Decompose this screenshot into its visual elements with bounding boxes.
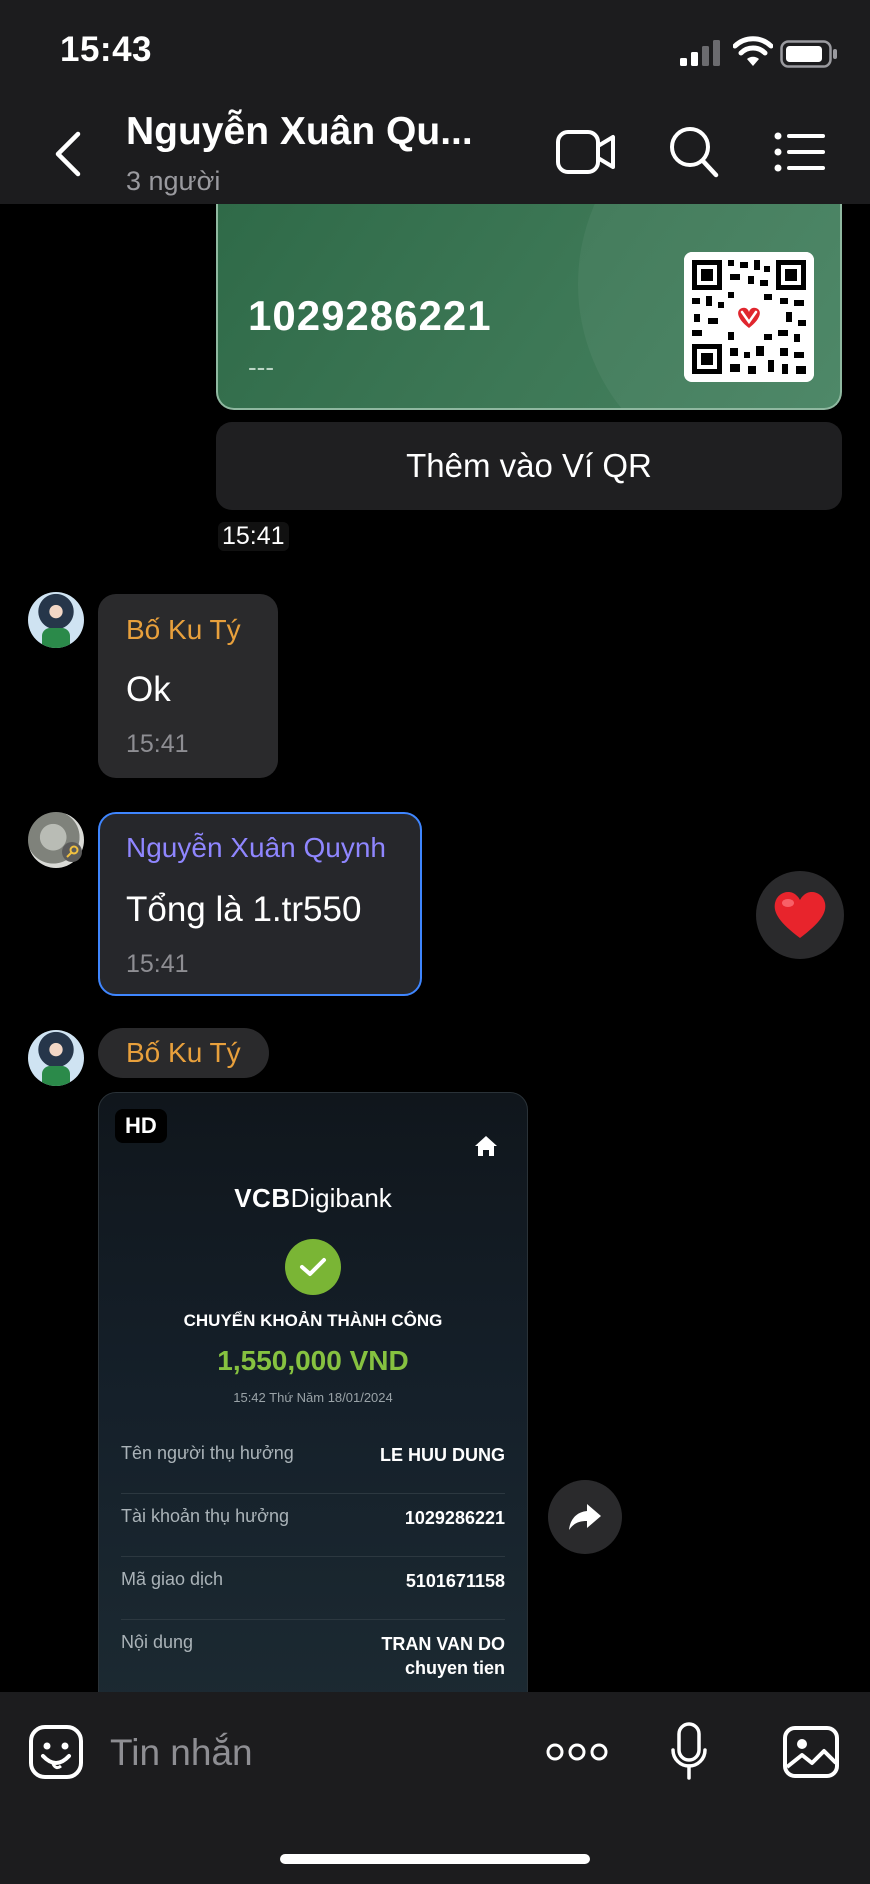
message-text: Tổng là 1.tr550 — [126, 890, 362, 929]
member-count: 3 người — [126, 166, 221, 196]
status-time: 15:43 — [60, 30, 153, 69]
chat-title[interactable]: Nguyễn Xuân Qu... — [126, 110, 473, 154]
reaction-button[interactable] — [756, 871, 844, 959]
message-bubble[interactable]: Bố Ku Tý Ok 15:41 — [98, 594, 278, 778]
key-icon — [62, 842, 82, 862]
sender-name-pill: Bố Ku Tý — [98, 1028, 269, 1078]
row-value: TRAN VAN DO chuyen tien — [381, 1632, 505, 1680]
heart-icon — [774, 892, 826, 938]
message-time: 15:41 — [126, 730, 189, 758]
account-number: 1029286221 — [248, 292, 492, 339]
microphone-icon[interactable] — [670, 1722, 708, 1782]
row-value-line: TRAN VAN DO — [381, 1634, 505, 1654]
logo-rest: Digibank — [290, 1183, 392, 1213]
transfer-status: CHUYỂN KHOẢN THÀNH CÔNG — [183, 1311, 443, 1330]
row-label: Tài khoản thụ hưởng — [121, 1506, 289, 1526]
wifi-icon — [733, 36, 773, 66]
avatar[interactable] — [28, 592, 84, 648]
sender-name: Bố Ku Tý — [126, 614, 241, 645]
forward-button[interactable] — [548, 1480, 622, 1554]
sender-name: Nguyễn Xuân Quynh — [126, 832, 386, 863]
more-options-icon[interactable] — [546, 1742, 608, 1762]
row-value-line: chuyen tien — [404, 1658, 505, 1678]
photo-gallery-icon[interactable] — [782, 1725, 840, 1779]
row-value: 1029286221 — [404, 1508, 505, 1528]
row-label: Nội dung — [121, 1632, 194, 1652]
home-icon — [475, 1136, 497, 1156]
vcb-digibank-logo: VCBDigibank — [99, 1183, 527, 1214]
message-text: Ok — [126, 670, 171, 709]
home-indicator — [280, 1854, 590, 1864]
transfer-datetime: 15:42 Thứ Năm 18/01/2024 — [233, 1390, 393, 1405]
receipt-row: Tên người thụ hưởng LE HUU DUNG — [121, 1443, 505, 1494]
message-composer — [0, 1692, 870, 1884]
bank-account-card[interactable]: 1029286221 --- — [216, 204, 842, 410]
battery-icon — [780, 40, 837, 68]
message-time: 15:41 — [218, 522, 289, 551]
qr-code-icon[interactable] — [684, 252, 814, 382]
transfer-receipt-image[interactable]: HD VCBDigibank CHUYỂN KHOẢN THÀNH CÔNG 1… — [98, 1092, 528, 1714]
search-icon[interactable] — [668, 125, 720, 179]
highlighted-message-bubble[interactable]: Nguyễn Xuân Quynh Tổng là 1.tr550 15:41 — [98, 812, 422, 996]
transfer-amount: 1,550,000 VND — [217, 1345, 409, 1376]
add-to-qr-wallet-button[interactable]: Thêm vào Ví QR — [216, 422, 842, 510]
share-arrow-icon — [569, 1504, 601, 1530]
account-name: --- — [248, 352, 274, 382]
row-value: 5101671158 — [405, 1571, 505, 1591]
hd-badge: HD — [115, 1109, 167, 1143]
message-time: 15:41 — [126, 950, 189, 978]
row-label: Mã giao dịch — [121, 1569, 224, 1589]
row-label: Tên người thụ hưởng — [121, 1443, 294, 1463]
row-value: LE HUU DUNG — [380, 1445, 505, 1465]
logo-bold: VCB — [234, 1183, 291, 1213]
receipt-row: Tài khoản thụ hưởng 1029286221 — [121, 1506, 505, 1557]
sticker-emoji-icon[interactable] — [28, 1724, 84, 1780]
cellular-signal-icon — [680, 40, 720, 66]
back-button[interactable] — [50, 130, 86, 178]
sender-name: Bố Ku Tý — [126, 1037, 241, 1068]
video-call-icon[interactable] — [555, 128, 617, 176]
avatar[interactable] — [28, 1030, 84, 1086]
top-bar: 15:43 Nguyễn Xuân Qu... 3 người — [0, 0, 870, 204]
success-check-icon — [285, 1239, 341, 1295]
message-input[interactable] — [108, 1720, 512, 1786]
receipt-row: Mã giao dịch 5101671158 — [121, 1569, 505, 1620]
menu-list-icon[interactable] — [773, 130, 825, 174]
